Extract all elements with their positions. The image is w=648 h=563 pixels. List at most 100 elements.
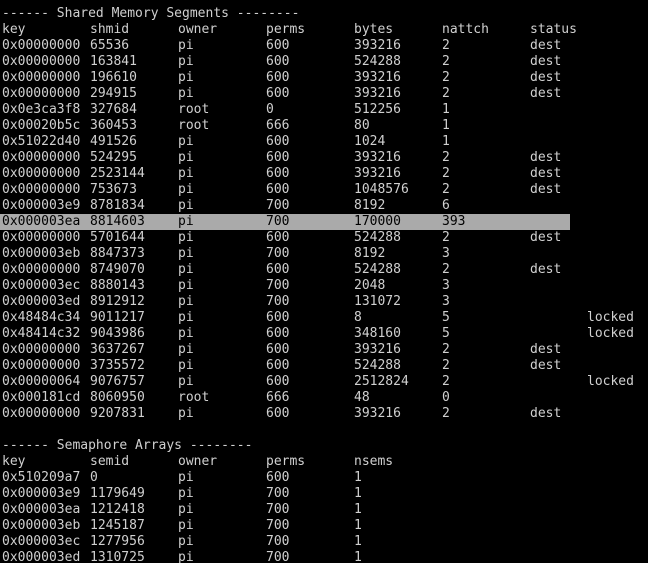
shm-row: 0x48414c32 9043986 pi 600 348160 5 locked	[0, 326, 648, 342]
sem-semid-cell: 1212418	[90, 502, 145, 517]
shm-row: 0x00000000 294915 pi 600 393216 2 dest	[0, 86, 648, 102]
sem-nsems-cell: 1	[354, 550, 362, 563]
shm-perms-cell: 666	[266, 390, 290, 405]
shm-key-cell: 0x00000000	[2, 182, 81, 197]
shm-perms-cell: 600	[266, 166, 290, 181]
shm-status-cell: dest	[530, 86, 562, 101]
shm-row: 0x00000000 8749070 pi 600 524288 2 dest	[0, 262, 648, 278]
shm-header-key: key	[2, 22, 26, 37]
shm-row: 0x00000000 3637267 pi 600 393216 2 dest	[0, 342, 648, 358]
shm-perms-cell: 600	[266, 310, 290, 325]
shm-nattch-cell: 3	[442, 246, 450, 261]
shm-shmid-cell: 753673	[90, 182, 137, 197]
shm-header-nattch: nattch	[442, 22, 489, 37]
shm-locked-cell: locked	[587, 374, 634, 389]
shm-owner-cell: root	[178, 102, 210, 117]
shm-row: 0x00000000 753673 pi 600 1048576 2 dest	[0, 182, 648, 198]
sem-title-text: ------ Semaphore Arrays --------	[2, 438, 253, 453]
shm-shmid-cell: 327684	[90, 102, 137, 117]
shm-locked-cell: locked	[587, 310, 634, 325]
shm-nattch-cell: 2	[442, 54, 450, 69]
shm-row: 0x51022d40 491526 pi 600 1024 1	[0, 134, 648, 150]
shm-owner-cell: pi	[178, 38, 194, 53]
shm-row: 0x00000000 3735572 pi 600 524288 2 dest	[0, 358, 648, 374]
shm-status-cell: dest	[530, 70, 562, 85]
shm-key-cell: 0x000003ea	[2, 214, 81, 229]
shm-owner-cell: pi	[178, 246, 194, 261]
shm-owner-cell: pi	[178, 70, 194, 85]
shm-nattch-cell: 5	[442, 326, 450, 341]
shm-nattch-cell: 1	[442, 134, 450, 149]
shm-bytes-cell: 170000	[354, 214, 401, 229]
shm-status-cell: dest	[530, 54, 562, 69]
shm-header-shmid: shmid	[90, 22, 130, 37]
sem-row: 0x000003ea 1212418 pi 700 1	[0, 502, 648, 518]
sem-perms-cell: 700	[266, 486, 290, 501]
shm-bytes-cell: 512256	[354, 102, 401, 117]
shm-nattch-cell: 2	[442, 150, 450, 165]
shm-row: 0x00000000 5701644 pi 600 524288 2 dest	[0, 230, 648, 246]
sem-semid-cell: 1277956	[90, 534, 145, 549]
shm-key-cell: 0x00000000	[2, 262, 81, 277]
shm-owner-cell: pi	[178, 166, 194, 181]
sem-owner-cell: pi	[178, 470, 194, 485]
shm-nattch-cell: 2	[442, 230, 450, 245]
shm-bytes-cell: 48	[354, 390, 370, 405]
shm-nattch-cell: 3	[442, 294, 450, 309]
sem-nsems-cell: 1	[354, 502, 362, 517]
shm-table-body: 0x00000000 65536 pi 600 393216 2 dest 0x0000000…	[0, 38, 648, 422]
sem-perms-cell: 700	[266, 534, 290, 549]
shm-nattch-cell: 1	[442, 118, 450, 133]
shm-nattch-cell: 0	[442, 390, 450, 405]
shm-bytes-cell: 393216	[354, 166, 401, 181]
sem-semid-cell: 1179649	[90, 486, 145, 501]
sem-header-nsems: nsems	[354, 454, 394, 469]
shm-header-bytes: bytes	[354, 22, 394, 37]
sem-semid-cell: 1310725	[90, 550, 145, 563]
shm-perms-cell: 600	[266, 134, 290, 149]
shm-row: 0x000003e9 8781834 pi 700 8192 6	[0, 198, 648, 214]
sem-semid-cell: 0	[90, 470, 98, 485]
shm-row: 0x000003eb 8847373 pi 700 8192 3	[0, 246, 648, 262]
shm-owner-cell: pi	[178, 86, 194, 101]
sem-owner-cell: pi	[178, 518, 194, 533]
shm-nattch-cell: 2	[442, 38, 450, 53]
sem-perms-cell: 700	[266, 518, 290, 533]
shm-section-title: ------ Shared Memory Segments --------	[0, 6, 648, 22]
shm-perms-cell: 600	[266, 182, 290, 197]
shm-key-cell: 0x000003e9	[2, 198, 81, 213]
shm-bytes-cell: 524288	[354, 54, 401, 69]
shm-locked-cell: locked	[587, 326, 634, 341]
shm-key-cell: 0x51022d40	[2, 134, 81, 149]
shm-owner-cell: pi	[178, 134, 194, 149]
shm-bytes-cell: 80	[354, 118, 370, 133]
shm-shmid-cell: 9207831	[90, 406, 145, 421]
shm-bytes-cell: 524288	[354, 230, 401, 245]
sem-perms-cell: 600	[266, 470, 290, 485]
sem-owner-cell: pi	[178, 486, 194, 501]
sem-owner-cell: pi	[178, 550, 194, 563]
shm-key-cell: 0x00000000	[2, 166, 81, 181]
shm-key-cell: 0x00000000	[2, 230, 81, 245]
shm-shmid-cell: 360453	[90, 118, 137, 133]
shm-key-cell: 0x00000000	[2, 150, 81, 165]
shm-shmid-cell: 524295	[90, 150, 137, 165]
shm-header-row: key shmid owner perms bytes nattch statu…	[0, 22, 648, 38]
shm-status-cell: dest	[530, 38, 562, 53]
shm-key-cell: 0x0e3ca3f8	[2, 102, 81, 117]
shm-row-selected: 0x000003ea 8814603 pi 700 170000 393	[0, 214, 570, 230]
shm-perms-cell: 600	[266, 406, 290, 421]
shm-perms-cell: 600	[266, 70, 290, 85]
shm-shmid-cell: 8847373	[90, 246, 145, 261]
sem-row: 0x000003ec 1277956 pi 700 1	[0, 534, 648, 550]
terminal-window[interactable]: ------ Shared Memory Segments -------- k…	[0, 0, 648, 563]
shm-key-cell: 0x00000000	[2, 358, 81, 373]
shm-status-cell: dest	[530, 150, 562, 165]
shm-key-cell: 0x00000064	[2, 374, 81, 389]
shm-row: 0x00020b5c 360453 root 666 80 1	[0, 118, 648, 134]
shm-shmid-cell: 2523144	[90, 166, 145, 181]
shm-owner-cell: pi	[178, 230, 194, 245]
shm-shmid-cell: 8781834	[90, 198, 145, 213]
shm-bytes-cell: 393216	[354, 86, 401, 101]
